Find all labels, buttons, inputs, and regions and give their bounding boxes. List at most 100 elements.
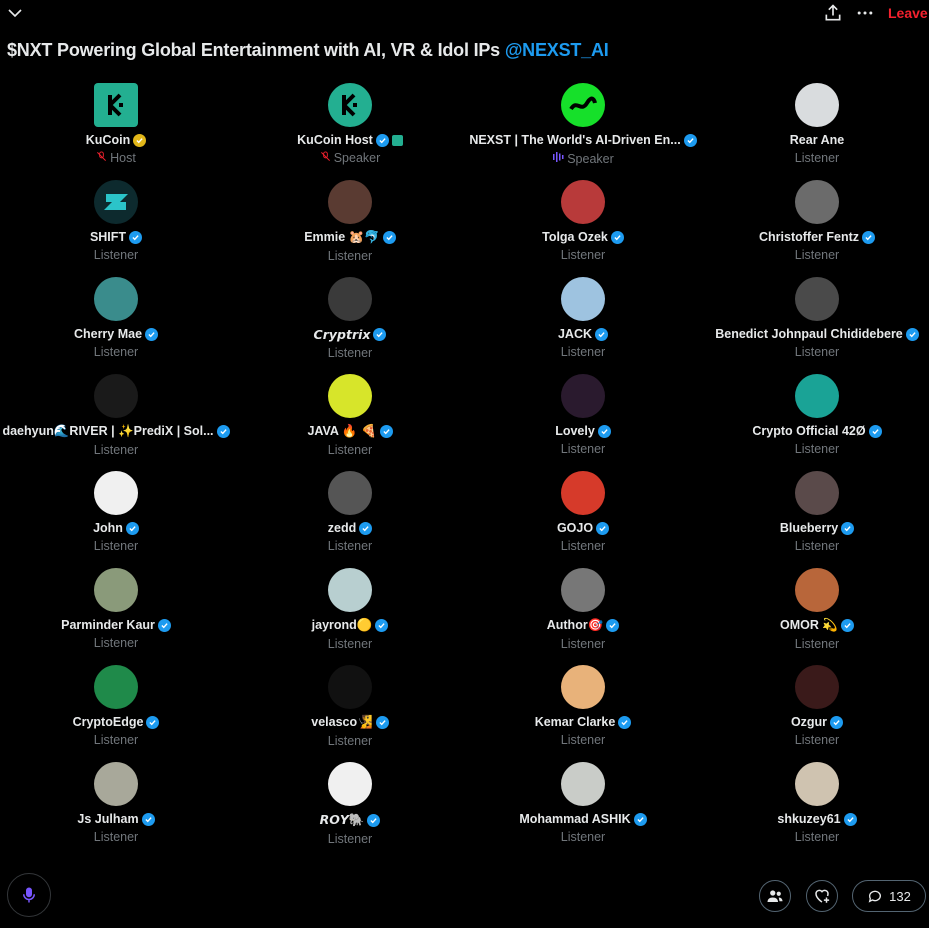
participant-card[interactable]: zedd Listener xyxy=(234,471,466,553)
share-icon[interactable] xyxy=(823,3,843,23)
participant-card[interactable]: Parminder Kaur Listener xyxy=(0,568,232,650)
comments-button[interactable]: 132 xyxy=(852,880,926,912)
participant-card[interactable]: Lovely Listener xyxy=(467,374,699,456)
avatar[interactable] xyxy=(795,762,839,806)
participant-name-row: zedd xyxy=(234,521,466,535)
participant-role: Listener xyxy=(560,637,606,651)
avatar[interactable] xyxy=(795,277,839,321)
avatar[interactable] xyxy=(94,762,138,806)
avatar[interactable] xyxy=(94,568,138,612)
participant-card[interactable]: CryptoEdge Listener xyxy=(0,665,232,747)
participant-card[interactable]: SHIFT Listener xyxy=(0,180,232,262)
participant-card[interactable]: Benedict Johnpaul Chididebere Listener xyxy=(701,277,929,359)
participant-role: Listener xyxy=(93,539,139,553)
participant-card[interactable]: Emmie 🐹🐬 Listener xyxy=(234,180,466,263)
participant-name-row: daehyun🌊RIVER | ✨PrediX | Sol... xyxy=(0,424,232,439)
verified-badge-icon xyxy=(862,230,875,244)
participant-role-row: Listener xyxy=(467,442,699,456)
verified-badge-icon xyxy=(359,521,373,535)
avatar[interactable] xyxy=(94,180,138,224)
participant-card[interactable]: Blueberry Listener xyxy=(701,471,929,553)
more-icon[interactable] xyxy=(855,3,875,23)
participant-card[interactable]: shkuzey61 Listener xyxy=(701,762,929,844)
participant-card[interactable]: KuCoin Host Speaker xyxy=(234,83,466,165)
participant-card[interactable]: John Listener xyxy=(0,471,232,553)
avatar[interactable] xyxy=(94,277,138,321)
participant-card[interactable]: daehyun🌊RIVER | ✨PrediX | Sol... Listener xyxy=(0,374,232,457)
comment-icon xyxy=(868,890,882,903)
avatar[interactable] xyxy=(328,568,372,612)
avatar[interactable] xyxy=(94,374,138,418)
participant-card[interactable]: Author🎯 Listener xyxy=(467,568,699,651)
participant-card[interactable]: velasco🧏 Listener xyxy=(234,665,466,748)
participant-card[interactable]: Js Julham Listener xyxy=(0,762,232,844)
participant-name: JAVA 🔥 🍕 xyxy=(307,424,377,438)
avatar[interactable] xyxy=(94,665,138,709)
avatar[interactable] xyxy=(795,665,839,709)
participant-card[interactable]: JAVA 🔥 🍕 Listener xyxy=(234,374,466,457)
avatar[interactable] xyxy=(795,83,839,127)
avatar[interactable] xyxy=(328,471,372,515)
avatar[interactable] xyxy=(561,568,605,612)
participant-role: Listener xyxy=(794,442,840,456)
participant-role: Listener xyxy=(794,345,840,359)
participant-name: Kemar Clarke xyxy=(534,715,616,729)
avatar[interactable] xyxy=(795,374,839,418)
avatar[interactable] xyxy=(561,374,605,418)
avatar[interactable] xyxy=(561,180,605,224)
participant-role-row: Listener xyxy=(0,248,232,262)
avatar[interactable] xyxy=(561,83,605,127)
avatar[interactable] xyxy=(561,762,605,806)
participant-name-row: 𝘾𝙧𝙮𝙥𝙩𝙧𝙞𝙭 xyxy=(234,327,466,342)
participant-card[interactable]: NEXST | The World's AI-Driven En... Speak… xyxy=(467,83,699,166)
participant-card[interactable]: 𝙍𝙊𝙔🐘 Listener xyxy=(234,762,466,846)
participant-card[interactable]: Rear Ane Listener xyxy=(701,83,929,165)
avatar[interactable] xyxy=(561,277,605,321)
participant-card[interactable]: OMOR 💫 Listener xyxy=(701,568,929,651)
participant-name-row: Cherry Mae xyxy=(0,327,232,341)
participant-name: Ozgur xyxy=(790,715,828,729)
participant-card[interactable]: Cherry Mae Listener xyxy=(0,277,232,359)
participant-role-row: Listener xyxy=(0,345,232,359)
verified-badge-icon xyxy=(157,618,171,632)
avatar[interactable] xyxy=(561,471,605,515)
participant-card[interactable]: Tolga Ozek Listener xyxy=(467,180,699,262)
participant-card[interactable]: 𝘾𝙧𝙮𝙥𝙩𝙧𝙞𝙭 Listener xyxy=(234,277,466,360)
mic-button[interactable] xyxy=(7,873,51,917)
avatar[interactable] xyxy=(795,180,839,224)
avatar[interactable] xyxy=(795,471,839,515)
participant-role: Listener xyxy=(327,734,373,748)
avatar[interactable] xyxy=(94,83,138,127)
participant-card[interactable]: Mohammad ASHIK Listener xyxy=(467,762,699,844)
chevron-down-icon[interactable] xyxy=(6,4,24,22)
mic-off-icon xyxy=(320,151,331,165)
participant-card[interactable]: jayrond🟡 Listener xyxy=(234,568,466,651)
avatar[interactable] xyxy=(328,277,372,321)
participant-name-row: Js Julham xyxy=(0,812,232,826)
participant-name: CryptoEdge xyxy=(72,715,144,729)
avatar[interactable] xyxy=(328,83,372,127)
participant-role-row: Listener xyxy=(234,346,466,360)
space-mention-link[interactable]: @NEXST_AI xyxy=(505,40,609,60)
avatar[interactable] xyxy=(328,762,372,806)
participant-role-row: Listener xyxy=(701,345,929,359)
leave-button[interactable]: Leave xyxy=(888,5,928,21)
avatar[interactable] xyxy=(328,665,372,709)
participant-card[interactable]: GOJO Listener xyxy=(467,471,699,553)
react-button[interactable] xyxy=(806,880,838,912)
avatar[interactable] xyxy=(328,374,372,418)
avatar[interactable] xyxy=(328,180,372,224)
participant-role-row: Listener xyxy=(234,734,466,748)
avatar[interactable] xyxy=(561,665,605,709)
participant-role: Listener xyxy=(794,637,840,651)
participant-card[interactable]: Christoffer Fentz Listener xyxy=(701,180,929,262)
avatar[interactable] xyxy=(94,471,138,515)
participant-card[interactable]: Kemar Clarke Listener xyxy=(467,665,699,747)
people-button[interactable] xyxy=(759,880,791,912)
participant-role-row: Listener xyxy=(701,733,929,747)
participant-card[interactable]: Ozgur Listener xyxy=(701,665,929,747)
avatar[interactable] xyxy=(795,568,839,612)
participant-card[interactable]: KuCoin Host xyxy=(0,83,232,165)
participant-card[interactable]: JACK Listener xyxy=(467,277,699,359)
participant-card[interactable]: Crypto Official 42Ø Listener xyxy=(701,374,929,456)
